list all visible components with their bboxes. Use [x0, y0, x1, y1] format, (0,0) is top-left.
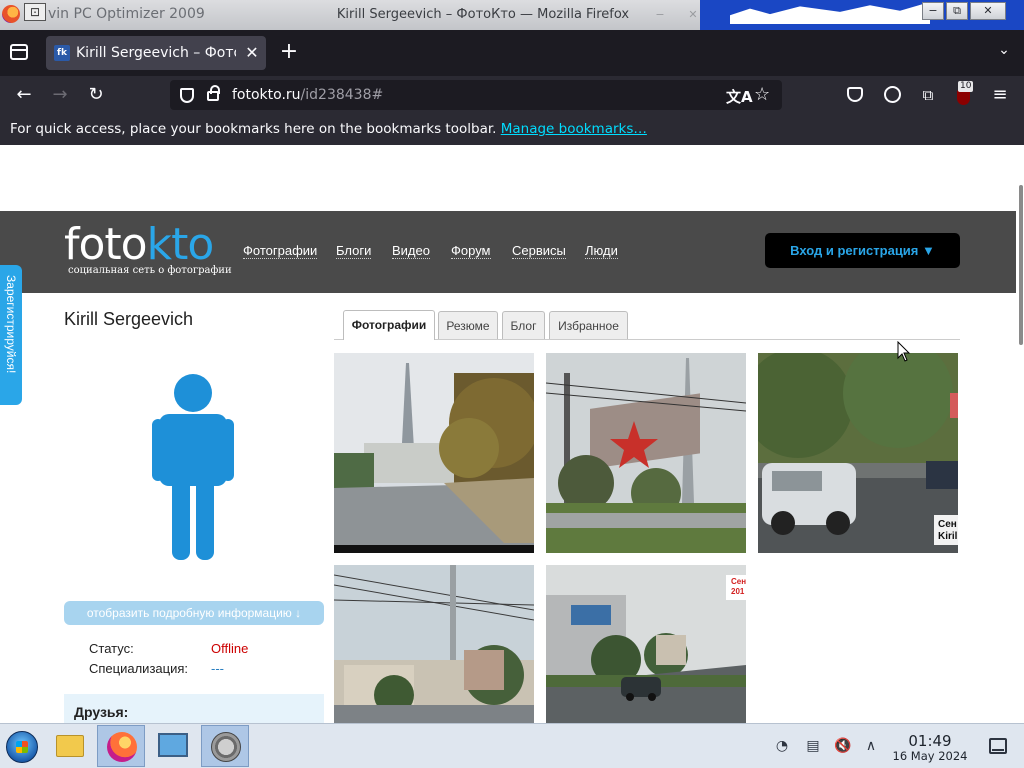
sidebar-tabs-icon[interactable] [10, 44, 28, 60]
site-header: fotokto социальная сеть о фотографии Фот… [0, 211, 1016, 293]
reload-button[interactable]: ↻ [85, 84, 107, 106]
ghost-minimize-icon: − [655, 8, 665, 21]
clipboard-tray-icon[interactable]: ▤ [804, 737, 822, 755]
bookmark-star-icon[interactable]: ☆ [754, 84, 770, 105]
compass-icon [211, 732, 241, 762]
url-bar[interactable]: fotokto.ru/id238438# 文A ☆ [170, 80, 782, 110]
tab-favorites[interactable]: Избранное [549, 311, 628, 339]
safari-taskbar-button[interactable] [201, 725, 249, 767]
fotokto-favicon-icon: fk [54, 45, 70, 61]
nav-photos[interactable]: Фотографии [243, 243, 318, 259]
file-manager-taskbar-button[interactable] [46, 725, 94, 767]
navigation-toolbar: ← → ↻ fotokto.ru/id238438# 文A ☆ ⧉ 10 ≡ [0, 76, 1024, 114]
nav-video[interactable]: Видео [392, 243, 430, 259]
url-text[interactable]: fotokto.ru/id238438# [232, 87, 383, 103]
specialization-label: Специализация: [89, 661, 188, 676]
show-details-button[interactable]: отобразить подробную информацию ↓ [64, 601, 324, 625]
os-window-titlebar[interactable]: ⊡ vin PC Optimizer 2009 Kirill Sergeevic… [0, 0, 1024, 30]
specialization-value: --- [211, 661, 224, 676]
status-label: Статус: [89, 641, 134, 656]
close-button[interactable]: ✕ [970, 2, 1006, 20]
taskbar: ◔ ▤ 🔇 ∧ 01:49 16 May 2024 [0, 723, 1024, 768]
new-tab-button[interactable]: + [278, 41, 300, 64]
login-register-button[interactable]: Вход и регистрация ▼ [765, 233, 960, 268]
bookmarks-toolbar: For quick access, place your bookmarks h… [0, 114, 1024, 145]
tab-bar: fk Kirill Sergeevich – ФотоК ✕ + ⌄ [0, 30, 1024, 76]
pocket-icon[interactable] [847, 87, 863, 102]
nav-forum[interactable]: Форум [451, 243, 491, 259]
list-all-tabs-chevron-icon[interactable]: ⌄ [994, 42, 1014, 62]
tab-active[interactable]: fk Kirill Sergeevich – ФотоК ✕ [46, 36, 266, 70]
nav-services[interactable]: Сервисы [512, 243, 566, 259]
friends-box: Друзья: [64, 694, 324, 723]
nav-blogs[interactable]: Блоги [336, 243, 372, 259]
url-path: /id238438# [300, 87, 384, 103]
ghost-close-icon: ✕ [688, 8, 698, 21]
folder-icon [56, 735, 84, 757]
maximize-button[interactable]: ⧉ [946, 2, 968, 20]
volume-muted-icon[interactable]: 🔇 [834, 737, 852, 755]
logo-kto: kto [146, 219, 215, 270]
friends-title: Друзья: [74, 704, 129, 720]
nav-people[interactable]: Люди [585, 243, 618, 259]
network-tray-icon[interactable]: ◔ [773, 737, 791, 755]
url-host: fotokto.ru [232, 87, 301, 103]
firefox-icon [107, 732, 137, 762]
back-button[interactable]: ← [13, 84, 35, 106]
side-register-tab[interactable]: Зарегистрируйся! [0, 265, 22, 405]
default-avatar-person-icon [152, 374, 234, 560]
lock-icon[interactable] [207, 85, 220, 101]
photo-caption-line2: Kiril [938, 531, 958, 542]
window-title: Kirill Sergeevich – ФотоКто — Mozilla Fi… [336, 7, 630, 22]
extensions-puzzle-icon[interactable]: ⧉ [918, 85, 938, 105]
start-button[interactable] [6, 731, 38, 763]
photo-city-road[interactable]: Сен 201 [546, 565, 746, 723]
photo-monument-square[interactable] [334, 353, 534, 553]
tracking-protection-shield-icon[interactable] [180, 88, 194, 103]
logo-tagline: социальная сеть о фотографии [68, 265, 232, 276]
photo-street-suv[interactable]: Сен Kiril [758, 353, 958, 553]
logo-foto: foto [64, 219, 148, 270]
firefox-taskbar-button[interactable] [97, 725, 145, 767]
bookmarks-hint: For quick access, place your bookmarks h… [10, 121, 647, 137]
translate-icon[interactable]: 文A [726, 86, 753, 107]
photo-caption-line2: 201 [731, 587, 745, 596]
manage-bookmarks-link[interactable]: Manage bookmarks… [501, 121, 647, 137]
ublock-shield-icon[interactable] [957, 90, 970, 105]
page-scrollbar-thumb[interactable] [1019, 185, 1023, 345]
hamburger-menu-icon[interactable]: ≡ [990, 85, 1010, 105]
mouse-cursor-icon [897, 341, 911, 362]
tray-expand-chevron-icon[interactable]: ∧ [862, 737, 880, 755]
show-desktop-icon[interactable] [989, 738, 1007, 754]
status-value: Offline [211, 641, 249, 656]
photo-caption: Сен Kiril [938, 519, 957, 543]
photo-caption-line1: Сен [731, 577, 746, 586]
tab-resume[interactable]: Резюме [438, 311, 498, 339]
ublock-badge: 10 [958, 81, 974, 92]
bookmarks-message: For quick access, place your bookmarks h… [10, 121, 501, 137]
system-monitor-taskbar-button[interactable] [149, 725, 197, 767]
photo-caption: Сен 201 [731, 577, 746, 597]
photo-power-lines[interactable] [334, 565, 534, 723]
page-viewport: fotokto социальная сеть о фотографии Фот… [0, 145, 1024, 723]
photo-caption-line1: Сен [938, 519, 957, 530]
side-register-label: Зарегистрируйся! [4, 275, 18, 374]
tab-close-icon[interactable]: ✕ [244, 43, 260, 63]
tab-title: Kirill Sergeevich – ФотоК [76, 45, 236, 61]
account-icon[interactable] [884, 86, 901, 103]
forward-button[interactable]: → [49, 84, 71, 106]
minimize-button[interactable]: − [922, 2, 944, 20]
photo-star-monument[interactable] [546, 353, 746, 553]
site-logo[interactable]: fotokto [64, 219, 215, 270]
clock-time[interactable]: 01:49 [890, 732, 970, 750]
clock-date[interactable]: 16 May 2024 [884, 749, 976, 763]
tab-blog[interactable]: Блог [502, 311, 545, 339]
monitor-icon [158, 733, 188, 757]
profile-name: Kirill Sergeevich [64, 309, 194, 329]
tab-photos[interactable]: Фотографии [343, 310, 435, 340]
